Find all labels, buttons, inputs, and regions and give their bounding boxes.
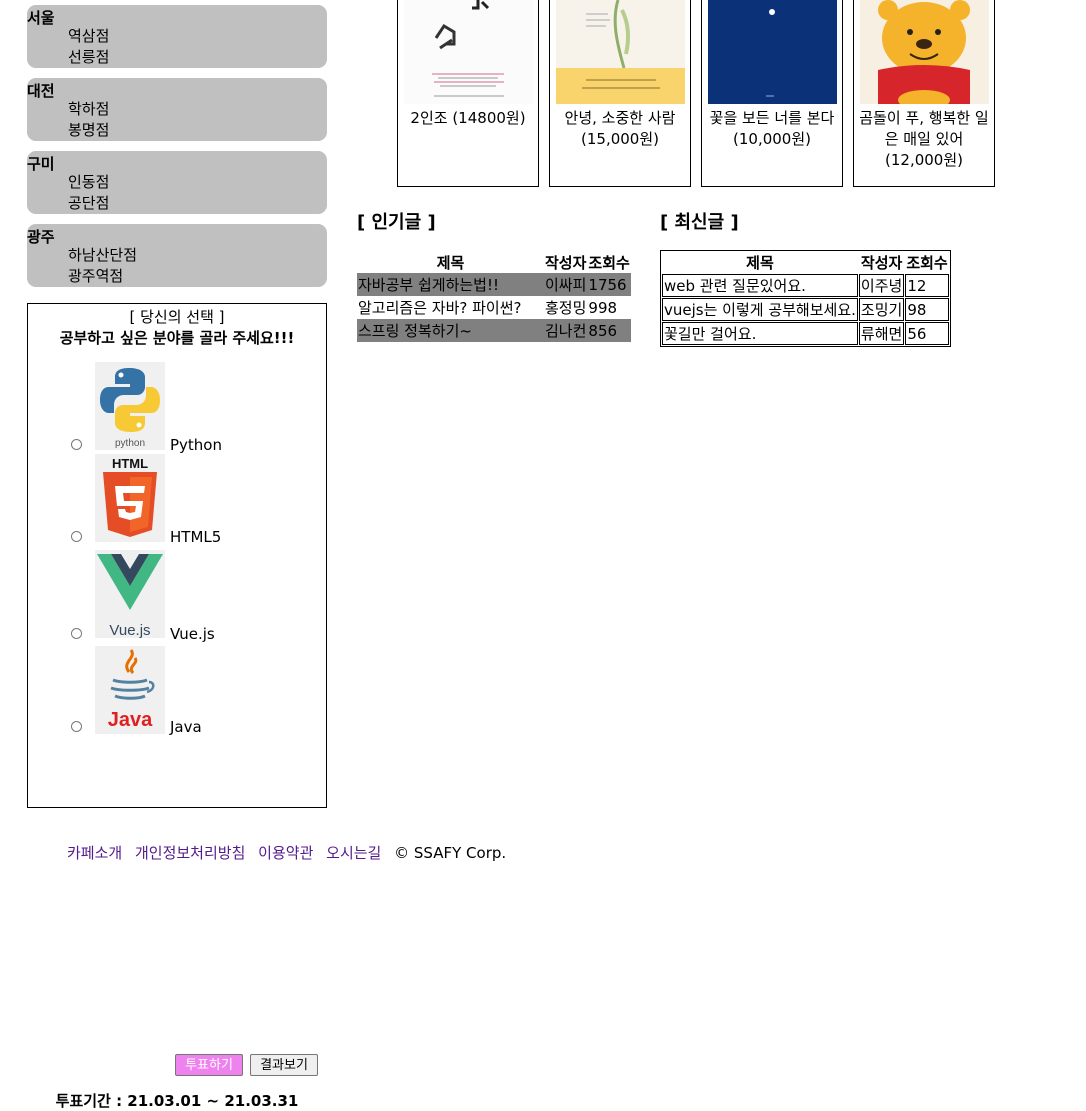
store-group-gwangju: 광주 하남산단점 광주역점	[27, 224, 327, 287]
vote-option-label: Java	[170, 718, 202, 736]
vote-subtitle: 공부하고 싶은 분야를 골라 주세요!!!	[59, 329, 295, 347]
table-row[interactable]: web 관련 질문있어요. 이주녕 12	[662, 274, 949, 297]
store-branch-list: 인동점 공단점	[68, 172, 109, 214]
post-views: 12	[905, 274, 949, 297]
book-card[interactable]: 꽃을 보든 너를 본다 (10,000원)	[701, 0, 843, 187]
column-header: 작성자	[860, 254, 903, 272]
store-city: 광주	[27, 228, 55, 246]
popular-table: 제목 작성자 조회수 자바공부 쉽게하는법!! 이싸피 1756 알고리즘은 자…	[357, 251, 631, 342]
radio-button[interactable]	[71, 721, 82, 732]
table-row[interactable]: vuejs는 이렇게 공부해보세요. 조밍기 98	[662, 298, 949, 321]
java-logo-icon: Java	[95, 646, 165, 734]
book-cover	[404, 0, 533, 104]
post-author: 류해면	[858, 322, 905, 345]
radio-button[interactable]	[71, 628, 82, 639]
post-author: 조밍기	[858, 298, 905, 321]
table-row[interactable]: 알고리즘은 자바? 파이썬? 홍정밍 998	[357, 296, 631, 319]
footer: 카페소개 개인정보처리방침 이용약관 오시는길 © SSAFY Corp.	[67, 842, 506, 863]
book-cover	[860, 0, 989, 104]
store-branch-list: 역삼점 선릉점	[68, 26, 109, 68]
store-branch: 역삼점	[68, 27, 110, 45]
recent-table: 제목 작성자 조회수 web 관련 질문있어요. 이주녕 12 vuejs는 이…	[660, 250, 951, 347]
store-branch-list: 학하점 봉명점	[68, 99, 109, 141]
store-group-gumi: 구미 인동점 공단점	[27, 151, 327, 214]
svg-text:Vue.js: Vue.js	[109, 622, 150, 638]
result-button[interactable]: 결과보기	[250, 1054, 318, 1076]
post-views: 98	[905, 298, 949, 321]
vote-button[interactable]: 투표하기	[175, 1054, 243, 1076]
store-branch: 하남산단점	[68, 246, 138, 264]
post-author: 이싸피	[544, 273, 588, 296]
column-header: 작성자	[545, 253, 587, 272]
column-header: 제목	[746, 254, 774, 272]
store-branch: 공단점	[68, 194, 110, 212]
post-title[interactable]: 스프링 정복하기~	[357, 319, 544, 342]
vote-option-label: Python	[170, 436, 222, 454]
store-branch: 학하점	[68, 100, 110, 118]
book-title: 안녕, 소중한 사람 (15,000원)	[564, 109, 676, 148]
footer-link-about[interactable]: 카페소개	[67, 844, 122, 862]
radio-button[interactable]	[71, 439, 82, 450]
book-card[interactable]: 안녕, 소중한 사람 (15,000원)	[549, 0, 691, 187]
post-author: 이주녕	[858, 274, 905, 297]
footer-link-privacy[interactable]: 개인정보처리방침	[135, 844, 245, 862]
table-row[interactable]: 꽃길만 걸어요. 류해면 56	[662, 322, 949, 345]
store-branch: 광주역점	[68, 267, 124, 285]
store-city: 대전	[27, 82, 55, 100]
svg-text:python: python	[115, 438, 145, 449]
recent-heading: [ 최신글 ]	[660, 212, 739, 233]
book-card[interactable]: 곰돌이 푸, 행복한 일은 매일 있어 (12,000원)	[853, 0, 995, 187]
html5-logo-icon: HTML	[95, 454, 165, 542]
python-logo-icon: python	[95, 362, 165, 450]
vote-panel: [ 당신의 선택 ] 공부하고 싶은 분야를 골라 주세요!!! python …	[27, 303, 327, 1110]
post-views: 1756	[587, 273, 631, 296]
vote-period: 투표기간 : 21.03.01 ~ 21.03.31	[55, 1092, 299, 1110]
post-title[interactable]: 꽃길만 걸어요.	[662, 322, 858, 345]
vote-option-label: Vue.js	[170, 625, 215, 643]
vote-title: [ 당신의 선택 ]	[129, 308, 225, 326]
store-group-seoul: 서울 역삼점 선릉점	[27, 5, 327, 68]
post-author: 김나컨	[544, 319, 588, 342]
post-views: 998	[588, 298, 618, 317]
store-branch-list: 하남산단점 광주역점	[68, 245, 137, 287]
store-branch: 인동점	[68, 173, 110, 191]
column-header: 조회수	[906, 254, 948, 272]
column-header: 제목	[436, 253, 465, 272]
column-header: 조회수	[588, 253, 630, 272]
store-group-daejeon: 대전 학하점 봉명점	[27, 78, 327, 141]
store-city: 구미	[27, 155, 55, 173]
post-title[interactable]: 자바공부 쉽게하는법!!	[357, 273, 544, 296]
post-author: 홍정밍	[545, 299, 587, 317]
book-cover	[556, 0, 685, 104]
store-branch: 선릉점	[68, 48, 110, 66]
footer-link-terms[interactable]: 이용약관	[258, 844, 313, 862]
store-branch: 봉명점	[68, 121, 110, 139]
radio-button[interactable]	[71, 531, 82, 542]
post-views: 56	[905, 322, 949, 345]
book-card[interactable]: 2인조 (14800원)	[397, 0, 539, 187]
post-title[interactable]: vuejs는 이렇게 공부해보세요.	[662, 298, 858, 321]
table-row[interactable]: 자바공부 쉽게하는법!! 이싸피 1756	[357, 273, 631, 296]
post-title[interactable]: web 관련 질문있어요.	[662, 274, 858, 297]
footer-link-directions[interactable]: 오시는길	[326, 844, 381, 862]
book-cover	[708, 0, 837, 104]
table-row[interactable]: 스프링 정복하기~ 김나컨 856	[357, 319, 631, 342]
svg-text:HTML: HTML	[112, 456, 148, 471]
vuejs-logo-icon: Vue.js	[95, 550, 165, 639]
book-title: 2인조 (14800원)	[410, 109, 526, 127]
vote-option-label: HTML5	[170, 528, 222, 546]
post-title[interactable]: 알고리즘은 자바? 파이썬?	[357, 296, 544, 319]
footer-copyright: © SSAFY Corp.	[394, 844, 507, 862]
svg-text:Java: Java	[108, 709, 153, 731]
book-title: 꽃을 보든 너를 본다 (10,000원)	[709, 109, 835, 148]
post-views: 856	[587, 319, 631, 342]
store-city: 서울	[27, 9, 55, 27]
popular-heading: [ 인기글 ]	[357, 212, 436, 233]
book-title: 곰돌이 푸, 행복한 일은 매일 있어 (12,000원)	[859, 109, 989, 169]
